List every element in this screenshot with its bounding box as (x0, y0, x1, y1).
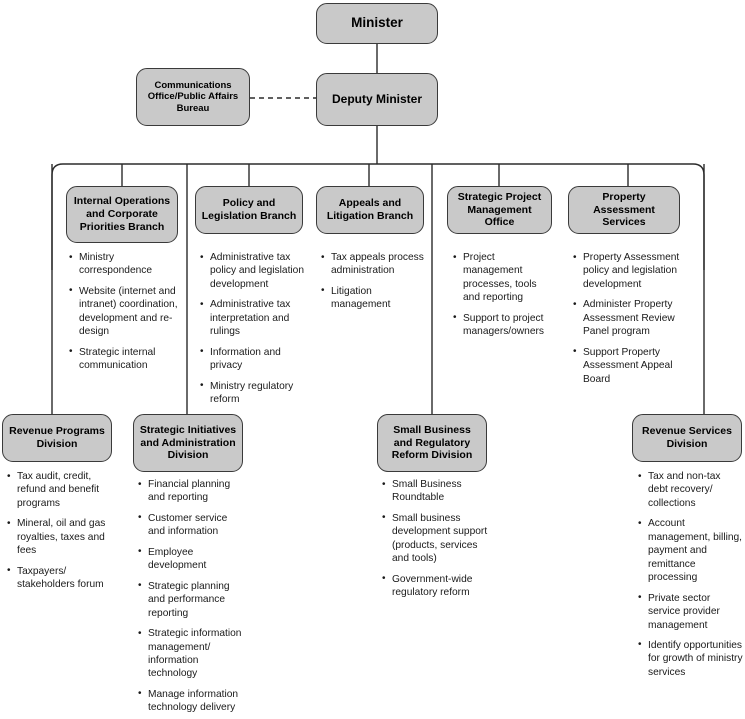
node-branch-appeals-litigation[interactable]: Appeals and Litigation Branch (316, 186, 424, 234)
list-item: Government-wide regulatory reform (381, 572, 491, 600)
list-item: Tax appeals process administration (320, 251, 426, 278)
node-division-small-business-label: Small Business and Regulatory Reform Div… (391, 423, 473, 462)
node-branch-internal-operations[interactable]: Internal Operations and Corporate Priori… (66, 186, 178, 243)
node-minister-label: Minister (351, 15, 403, 31)
bullets-division-strategic-initiatives: Financial planning and reporting Custome… (137, 478, 247, 719)
org-chart: Minister Deputy Minister Communications … (0, 0, 745, 719)
list-item: Private sector service provider manageme… (637, 591, 743, 632)
bullets-branch-policy-legislation: Administrative tax policy and legislatio… (199, 250, 309, 414)
list-item: Tax and non-tax debt recovery/ collectio… (637, 469, 743, 510)
node-division-revenue-programs[interactable]: Revenue Programs Division (2, 414, 112, 462)
node-division-strategic-initiatives[interactable]: Strategic Initiatives and Administration… (133, 414, 243, 472)
bullets-division-revenue-services: Tax and non-tax debt recovery/ collectio… (637, 469, 743, 686)
node-communications-office-label: Communications Office/Public Affairs Bur… (147, 79, 239, 114)
list-item: Account management, billing, payment and… (637, 517, 743, 584)
node-communications-office[interactable]: Communications Office/Public Affairs Bur… (136, 68, 250, 126)
bullets-division-small-business: Small Business Roundtable Small business… (381, 478, 491, 607)
node-division-small-business[interactable]: Small Business and Regulatory Reform Div… (377, 414, 487, 472)
list-item: Property Assessment policy and legislati… (572, 250, 684, 291)
node-minister[interactable]: Minister (316, 3, 438, 44)
list-item: Financial planning and reporting (137, 478, 247, 505)
list-item: Support to project managers/owners (452, 311, 556, 339)
list-item: Identify opportunities for growth of min… (637, 638, 743, 679)
list-item: Strategic planning and performance repor… (137, 579, 247, 620)
node-branch-strategic-project-office[interactable]: Strategic Project Management Office (447, 186, 552, 234)
node-deputy-minister-label: Deputy Minister (331, 92, 422, 107)
list-item: Small business development support (prod… (381, 511, 491, 566)
node-branch-property-assessment[interactable]: Property Assessment Services (568, 186, 680, 234)
node-branch-strategic-project-office-label: Strategic Project Management Office (457, 190, 542, 229)
list-item: Information and privacy (199, 345, 309, 373)
list-item: Employee development (137, 545, 247, 573)
list-item: Strategic information management/ inform… (137, 627, 247, 681)
list-item: Support Property Assessment Appeal Board (572, 345, 684, 386)
list-item: Tax audit, credit, refund and benefit pr… (6, 469, 112, 510)
list-item: Small Business Roundtable (381, 478, 491, 505)
list-item: Project management processes, tools and … (452, 251, 556, 305)
bullets-branch-property-assessment: Property Assessment policy and legislati… (572, 250, 684, 393)
list-item: Mineral, oil and gas royalties, taxes an… (6, 517, 112, 557)
list-item: Strategic internal communication (68, 345, 180, 373)
list-item: Ministry correspondence (68, 251, 180, 278)
node-division-strategic-initiatives-label: Strategic Initiatives and Administration… (139, 423, 237, 462)
node-branch-property-assessment-label: Property Assessment Services (593, 190, 655, 229)
bullets-branch-strategic-project-office: Project management processes, tools and … (452, 251, 556, 346)
node-branch-policy-legislation[interactable]: Policy and Legislation Branch (195, 186, 303, 234)
node-deputy-minister[interactable]: Deputy Minister (316, 73, 438, 126)
node-division-revenue-programs-label: Revenue Programs Division (9, 425, 105, 450)
list-item: Administer Property Assessment Review Pa… (572, 298, 684, 338)
bullets-branch-appeals-litigation: Tax appeals process administration Litig… (320, 251, 426, 319)
list-item: Taxpayers/ stakeholders forum (6, 564, 112, 592)
node-division-revenue-services-label: Revenue Services Division (642, 425, 732, 450)
node-branch-policy-legislation-label: Policy and Legislation Branch (201, 197, 297, 222)
list-item: Website (internet and intranet) coordina… (68, 284, 180, 339)
list-item: Administrative tax interpretation and ru… (199, 298, 309, 338)
node-branch-internal-operations-label: Internal Operations and Corporate Priori… (73, 195, 171, 233)
node-branch-appeals-litigation-label: Appeals and Litigation Branch (326, 197, 414, 222)
list-item: Litigation management (320, 284, 426, 312)
list-item: Administrative tax policy and legislatio… (199, 250, 309, 291)
list-item: Manage information technology delivery (137, 687, 247, 715)
bullets-division-revenue-programs: Tax audit, credit, refund and benefit pr… (6, 469, 112, 599)
list-item: Customer service and information (137, 511, 247, 539)
list-item: Ministry regulatory reform (199, 379, 309, 407)
bullets-branch-internal-operations: Ministry correspondence Website (interne… (68, 251, 180, 380)
node-division-revenue-services[interactable]: Revenue Services Division (632, 414, 742, 462)
